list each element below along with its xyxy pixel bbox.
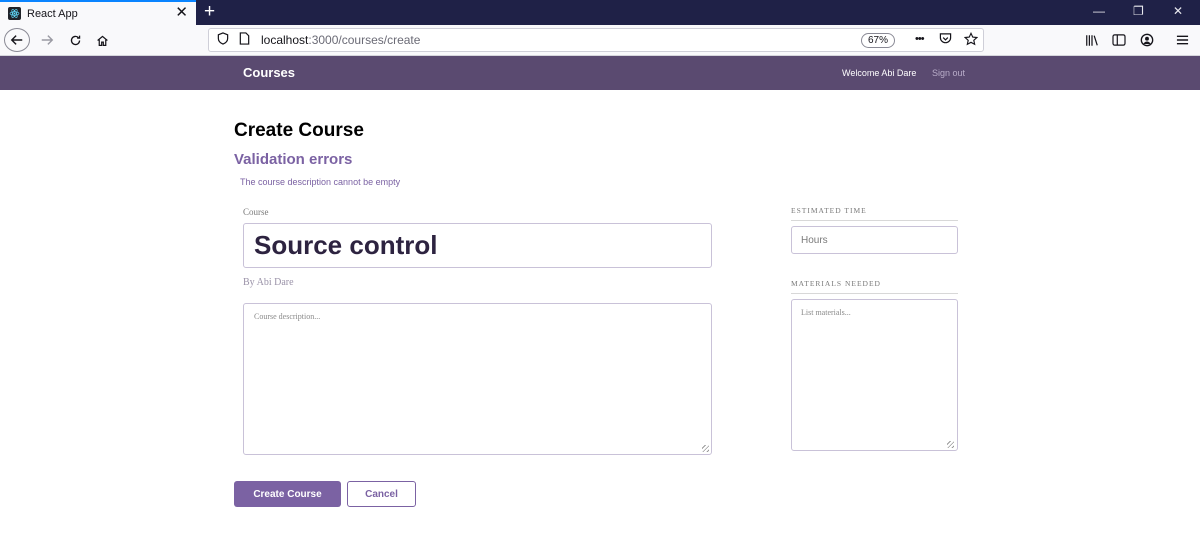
url-path: :3000/courses/create bbox=[308, 33, 421, 47]
validation-error-item: The course description cannot be empty bbox=[240, 177, 401, 187]
cancel-button[interactable]: Cancel bbox=[347, 481, 416, 507]
sign-out-link[interactable]: Sign out bbox=[932, 68, 965, 78]
materials-needed-heading: MATERIALS NEEDED bbox=[791, 279, 958, 294]
browser-toolbar: localhost:3000/courses/create 67% ••• bbox=[0, 25, 1200, 56]
zoom-level-badge[interactable]: 67% bbox=[861, 33, 896, 48]
page-title: Create Course bbox=[234, 120, 364, 141]
welcome-text: Welcome Abi Dare bbox=[842, 68, 917, 78]
library-icon[interactable] bbox=[1083, 29, 1101, 51]
tab-close-icon[interactable]: ✕ bbox=[175, 5, 188, 21]
account-icon[interactable] bbox=[1138, 29, 1156, 51]
back-arrow-icon[interactable] bbox=[4, 28, 30, 52]
tab-title: React App bbox=[27, 7, 78, 20]
reload-icon[interactable] bbox=[66, 29, 84, 51]
pocket-icon[interactable] bbox=[939, 32, 952, 48]
course-label: Course bbox=[243, 207, 269, 217]
resize-handle-icon[interactable] bbox=[702, 445, 709, 452]
create-course-button[interactable]: Create Course bbox=[234, 481, 341, 507]
materials-needed-textarea[interactable] bbox=[791, 299, 958, 451]
resize-handle-icon[interactable] bbox=[947, 441, 954, 448]
url-host: localhost bbox=[261, 33, 309, 47]
address-bar[interactable]: localhost:3000/courses/create 67% ••• bbox=[208, 28, 984, 52]
browser-tab-strip: React App ✕ + — ❐ ✕ bbox=[0, 0, 1200, 25]
sidebar-icon[interactable] bbox=[1110, 29, 1128, 51]
estimated-time-input[interactable] bbox=[791, 226, 958, 254]
bookmark-star-icon[interactable] bbox=[963, 31, 979, 49]
new-tab-icon[interactable]: + bbox=[204, 1, 215, 23]
home-icon[interactable] bbox=[93, 29, 111, 51]
restore-icon[interactable]: ❐ bbox=[1133, 3, 1144, 19]
brand-link[interactable]: Courses bbox=[243, 65, 295, 80]
course-byline: By Abi Dare bbox=[243, 277, 294, 288]
page-icon bbox=[239, 32, 250, 48]
course-title-input[interactable] bbox=[243, 223, 712, 268]
url-text[interactable]: localhost:3000/courses/create bbox=[261, 33, 420, 47]
validation-errors-title: Validation errors bbox=[234, 151, 353, 168]
window-close-icon[interactable]: ✕ bbox=[1173, 3, 1183, 19]
app-header: Courses Welcome Abi Dare Sign out bbox=[0, 56, 1200, 90]
menu-icon[interactable] bbox=[1173, 29, 1191, 51]
estimated-time-heading: ESTIMATED TIME bbox=[791, 206, 958, 221]
forward-arrow-icon[interactable] bbox=[38, 29, 56, 51]
minimize-icon[interactable]: — bbox=[1093, 3, 1105, 19]
shield-icon[interactable] bbox=[217, 32, 229, 48]
more-actions-icon[interactable]: ••• bbox=[915, 33, 925, 45]
browser-tab[interactable]: React App ✕ bbox=[0, 0, 196, 25]
react-logo-icon bbox=[8, 7, 21, 20]
course-description-textarea[interactable] bbox=[243, 303, 712, 455]
